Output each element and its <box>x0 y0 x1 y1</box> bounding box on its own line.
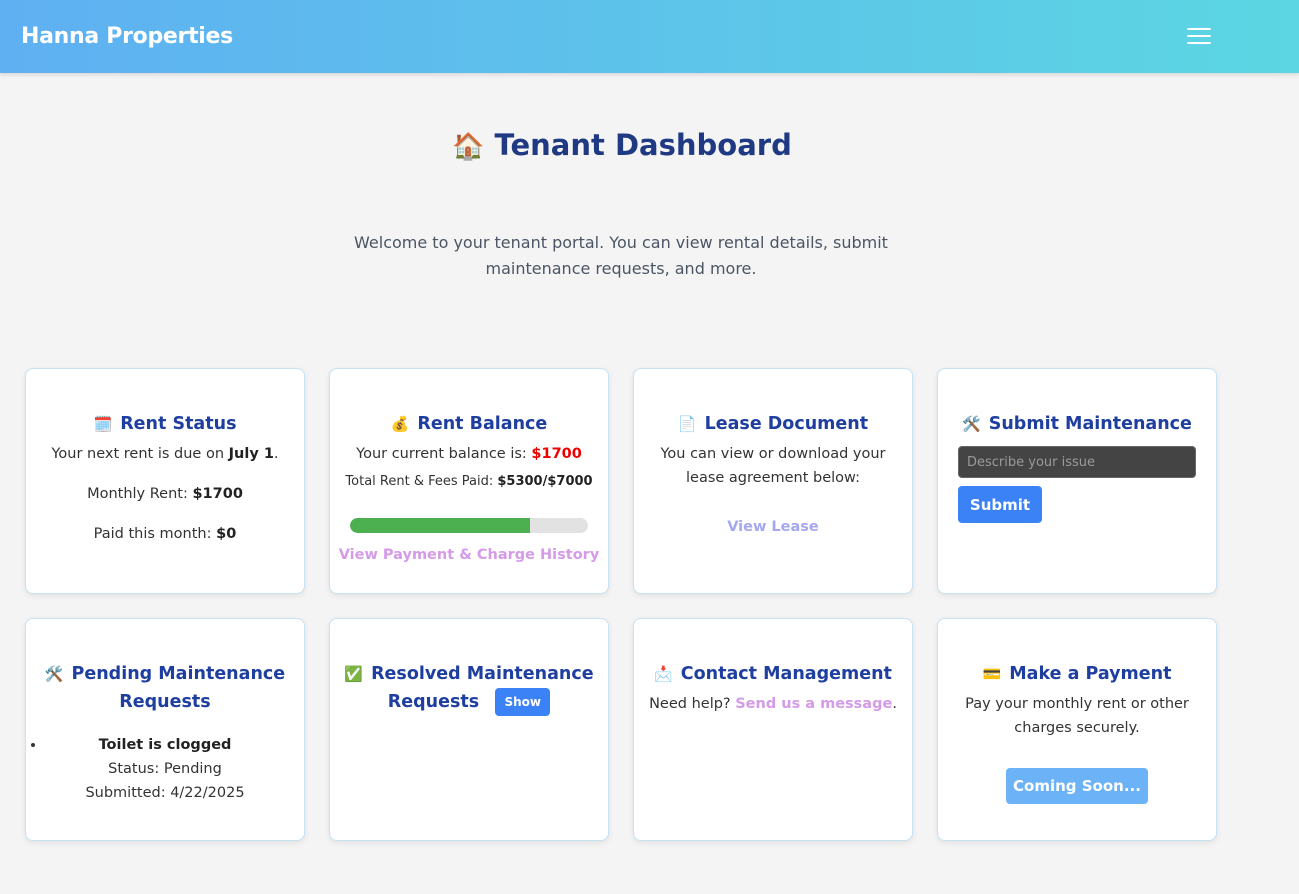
pending-maintenance-card: 🛠️Pending Maintenance Requests Toilet is… <box>25 618 305 841</box>
money-bag-icon: 💰 <box>390 415 410 433</box>
payment-progress-fill <box>350 518 531 533</box>
send-message-link[interactable]: Send us a message <box>735 696 892 712</box>
submit-maintenance-card: 🛠️Submit Maintenance Submit <box>937 368 1217 594</box>
lease-document-title: 📄 Lease Document <box>677 414 869 434</box>
rent-balance-title: 💰 Rent Balance <box>390 414 548 434</box>
request-title: Toilet is clogged <box>98 737 232 753</box>
issue-description-input[interactable] <box>958 446 1196 478</box>
submit-button[interactable]: Submit <box>958 486 1042 523</box>
hamburger-icon[interactable] <box>1185 25 1213 47</box>
tools-icon: 🛠️ <box>44 665 64 683</box>
brand-name[interactable]: Hanna Properties <box>21 24 233 49</box>
rent-status-title: 🗓️ Rent Status <box>93 414 237 434</box>
rent-status-card: 🗓️ Rent Status Your next rent is due on J… <box>25 368 305 594</box>
rent-balance-card: 💰 Rent Balance Your current balance is: $… <box>329 368 609 594</box>
monthly-rent: Monthly Rent: $1700 <box>87 486 243 502</box>
payment-text: Pay your monthly rent or other charges s… <box>965 696 1189 736</box>
contact-management-card: 📩 Contact Management Need help? Send us a… <box>633 618 913 841</box>
make-payment-title: 💳 Make a Payment <box>982 664 1172 684</box>
contact-management-title: 📩 Contact Management <box>654 664 892 684</box>
request-submitted-date: Submitted: 4/22/2025 <box>85 785 245 801</box>
page-title-text: Tenant Dashboard <box>494 128 792 162</box>
resolved-maintenance-title: ✅ Resolved Maintenance Requests Show <box>330 660 608 716</box>
total-paid: Total Rent & Fees Paid: $5300/$7000 <box>345 474 593 489</box>
coming-soon-button[interactable]: Coming Soon... <box>1006 768 1148 804</box>
view-lease-link[interactable]: View Lease <box>634 519 912 535</box>
pending-requests-list: Toilet is clogged Status: Pending Submit… <box>46 733 284 805</box>
resolved-maintenance-card: ✅ Resolved Maintenance Requests Show <box>329 618 609 841</box>
page-title: 🏠 Tenant Dashboard <box>0 128 1244 162</box>
envelope-icon: 📩 <box>654 665 673 683</box>
tools-icon: 🛠️ <box>962 415 981 433</box>
current-balance: Your current balance is: $1700 <box>356 446 582 462</box>
make-payment-card: 💳 Make a Payment Pay your monthly rent or… <box>937 618 1217 841</box>
rent-due-text: Your next rent is due on July 1. <box>51 446 279 462</box>
paid-this-month: Paid this month: $0 <box>93 526 237 542</box>
payment-progress-bar <box>350 518 588 533</box>
payment-history-link[interactable]: View Payment & Charge History <box>330 547 608 563</box>
top-navbar: Hanna Properties <box>0 0 1299 73</box>
submit-maintenance-title: 🛠️ Submit Maintenance <box>962 414 1192 434</box>
lease-document-card: 📄 Lease Document You can view or download… <box>633 368 913 594</box>
pending-maintenance-title: 🛠️ Pending Maintenance Requests <box>44 664 286 712</box>
request-status: Status: Pending <box>108 761 222 777</box>
show-resolved-button[interactable]: Show <box>495 688 551 716</box>
calendar-icon: 🗓️ <box>93 415 113 433</box>
check-icon: ✅ <box>344 665 364 683</box>
balance-amount: $1700 <box>531 446 582 462</box>
document-icon: 📄 <box>677 415 697 433</box>
intro-text: Welcome to your tenant portal. You can v… <box>354 233 888 278</box>
contact-help-text: Need help? Send us a message. <box>649 696 897 712</box>
house-icon: 🏠 <box>452 132 485 162</box>
credit-card-icon: 💳 <box>982 665 1002 683</box>
rent-due-date: July 1 <box>228 446 274 462</box>
pending-request-item[interactable]: Toilet is clogged Status: Pending Submit… <box>46 733 284 805</box>
lease-text: You can view or download your lease agre… <box>660 446 886 486</box>
